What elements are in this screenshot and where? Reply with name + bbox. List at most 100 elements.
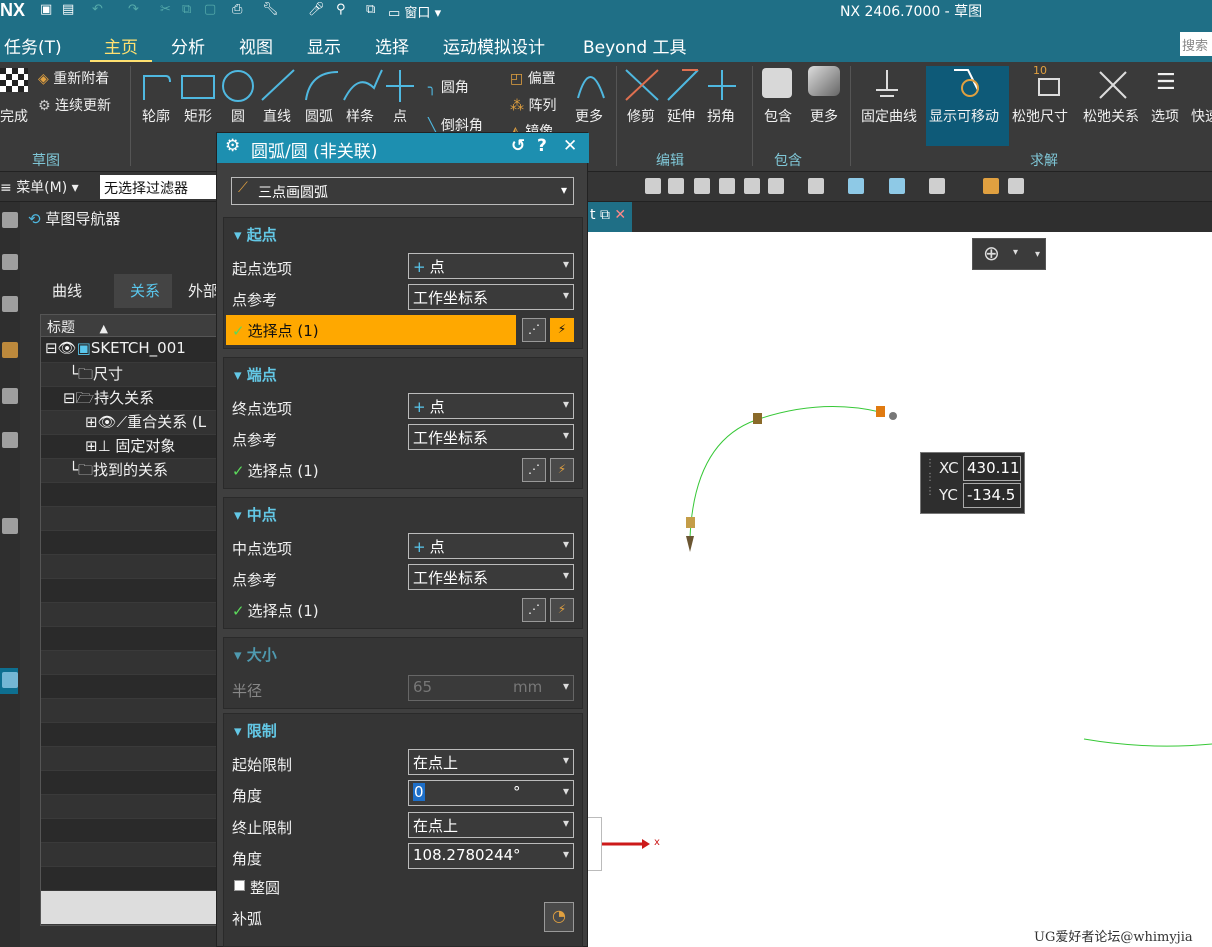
menu-button[interactable]: ≡ 菜单(M) ▾ bbox=[0, 177, 79, 197]
type-filter-select[interactable]: 无选择过滤器 bbox=[100, 175, 220, 199]
settings-icon[interactable] bbox=[2, 212, 18, 228]
tree-row[interactable]: ⊞👁︎⟋重合关系 (L bbox=[41, 411, 219, 435]
sketch-navigator-icon[interactable] bbox=[2, 342, 18, 358]
end-limit-select[interactable]: 在点上 bbox=[408, 812, 574, 838]
help-icon[interactable]: ? bbox=[537, 136, 547, 156]
tree-row[interactable]: ⊞⊥ 固定对象 bbox=[41, 435, 219, 459]
size-header[interactable]: 大小 bbox=[234, 644, 277, 665]
window-switch-icon[interactable]: ⧉ bbox=[366, 2, 375, 20]
tab-curves[interactable]: 曲线 bbox=[52, 280, 82, 301]
measure-icon[interactable] bbox=[1008, 178, 1024, 194]
end-select-point[interactable]: ✓ 选择点 (1) bbox=[226, 455, 516, 485]
tree-row[interactable]: ⊟🗁︎持久关系 bbox=[41, 387, 219, 411]
fix-curve-button[interactable]: 固定曲线 bbox=[861, 106, 917, 126]
start-ref-select[interactable]: 工作坐标系 bbox=[408, 284, 574, 310]
complement-arc-icon[interactable]: ◔ bbox=[544, 902, 574, 932]
point-button[interactable]: 点 bbox=[393, 106, 407, 126]
layers-icon[interactable] bbox=[929, 178, 945, 194]
search-input[interactable]: 搜索 bbox=[1180, 32, 1212, 56]
save-all-icon[interactable]: ▤ bbox=[62, 2, 74, 20]
fillet-button[interactable]: ╮ 圆角 bbox=[428, 77, 469, 97]
history-icon[interactable] bbox=[2, 432, 18, 448]
angle2-input[interactable]: 108.2780244 ° bbox=[408, 843, 574, 869]
rotate-icon[interactable] bbox=[694, 178, 710, 194]
mid-ref-select[interactable]: 工作坐标系 bbox=[408, 564, 574, 590]
include-button[interactable]: 包含 bbox=[764, 106, 792, 126]
wrench-icon[interactable]: 🔧︎ bbox=[262, 2, 279, 20]
arc-button[interactable]: 圆弧 bbox=[305, 106, 333, 126]
close-icon[interactable]: ✕ bbox=[563, 136, 577, 156]
redo-icon[interactable]: ↷ bbox=[128, 2, 139, 20]
snap-lightning-icon[interactable]: ⚡ bbox=[550, 318, 574, 342]
trim-button[interactable]: 修剪 bbox=[627, 106, 655, 126]
start-limit-select[interactable]: 在点上 bbox=[408, 749, 574, 775]
tab-task[interactable]: 任务(T) bbox=[4, 33, 62, 58]
corner-button[interactable]: 拐角 bbox=[707, 106, 735, 126]
tab-analysis[interactable]: 分析 bbox=[171, 33, 205, 58]
frame-icon[interactable] bbox=[768, 178, 784, 194]
paste-icon[interactable]: ▢ bbox=[204, 2, 216, 20]
spline-button[interactable]: 样条 bbox=[346, 106, 374, 126]
relax-relation-button[interactable]: 松弛关系 bbox=[1083, 106, 1139, 126]
brush-icon[interactable] bbox=[983, 178, 999, 194]
tab-view[interactable]: 视图 bbox=[239, 33, 273, 58]
tree-row[interactable]: └🗀︎找到的关系 bbox=[41, 459, 219, 483]
arc-type-select[interactable]: ⟋ 三点画圆弧 ▾ bbox=[231, 177, 574, 205]
part-icon[interactable] bbox=[2, 296, 18, 312]
microphone-icon[interactable]: 🎤︎ bbox=[308, 2, 325, 20]
tree-row[interactable]: ⊟👁︎▣SKETCH_001 bbox=[41, 339, 219, 363]
start-point-header[interactable]: 起点 bbox=[234, 224, 277, 245]
column-header[interactable]: 标题 ▲ bbox=[41, 315, 219, 337]
drag-handle-icon[interactable]: ⋮ ⋮ ⋮ bbox=[925, 457, 935, 499]
end-option-select[interactable]: + 点 bbox=[408, 393, 574, 419]
snap-lightning-icon[interactable]: ⚡ bbox=[550, 458, 574, 482]
quick-button[interactable]: 快速 bbox=[1191, 106, 1212, 126]
sketch-nav-active-icon[interactable] bbox=[2, 672, 18, 688]
finish-button[interactable]: 完成 bbox=[0, 106, 28, 126]
tab-relations[interactable]: 关系 bbox=[130, 280, 160, 301]
point-dialog-icon[interactable]: ⋰ bbox=[522, 598, 546, 622]
more-include-button[interactable]: 更多 bbox=[810, 106, 838, 126]
profile-button[interactable]: 轮廓 bbox=[142, 106, 170, 126]
mid-select-point[interactable]: ✓ 选择点 (1) bbox=[226, 595, 516, 625]
relax-dimension-button[interactable]: 松弛尺寸 bbox=[1012, 106, 1068, 126]
reattach-button[interactable]: ◈ 重新附着 bbox=[38, 68, 109, 88]
cube-icon[interactable] bbox=[719, 178, 735, 194]
xc-input[interactable]: 430.11 bbox=[963, 456, 1021, 481]
mid-point-header[interactable]: 中点 bbox=[234, 504, 277, 525]
angle1-input[interactable]: 0 ° bbox=[408, 780, 574, 806]
command-finder-icon[interactable]: ⚲ bbox=[336, 2, 346, 20]
offset-button[interactable]: ◰ 偏置 bbox=[510, 68, 556, 88]
tools-icon[interactable] bbox=[2, 518, 18, 534]
window-menu[interactable]: ▭ 窗口 ▾ bbox=[388, 2, 441, 21]
shaded-edges-icon[interactable] bbox=[889, 178, 905, 194]
tab-beyond-tools[interactable]: Beyond 工具 bbox=[583, 33, 687, 58]
gear-icon[interactable]: ⚙ bbox=[225, 136, 240, 156]
tree-row[interactable]: └🗀︎尺寸 bbox=[41, 363, 219, 387]
continuous-update-button[interactable]: ⚙ 连续更新 bbox=[38, 95, 111, 115]
options-button[interactable]: 选项 bbox=[1151, 106, 1179, 126]
start-select-point[interactable]: ✓ 选择点 (1) bbox=[226, 315, 516, 345]
fit-icon[interactable] bbox=[668, 178, 684, 194]
lamp-icon[interactable] bbox=[808, 178, 824, 194]
more-curves-button[interactable]: 更多 bbox=[575, 106, 603, 126]
cut-icon[interactable]: ✂ bbox=[160, 2, 171, 20]
start-option-select[interactable]: + 点 bbox=[408, 253, 574, 279]
line-button[interactable]: 直线 bbox=[263, 106, 291, 126]
circle-button[interactable]: 圆 bbox=[231, 106, 245, 126]
extend-button[interactable]: 延伸 bbox=[667, 106, 695, 126]
end-ref-select[interactable]: 工作坐标系 bbox=[408, 424, 574, 450]
reset-icon[interactable]: ↺ bbox=[511, 136, 525, 156]
tab-motion[interactable]: 运动模拟设计 bbox=[443, 33, 545, 58]
view-icon[interactable] bbox=[645, 178, 661, 194]
point-dialog-icon[interactable]: ⋰ bbox=[522, 458, 546, 482]
tab-select[interactable]: 选择 bbox=[375, 33, 409, 58]
box-icon[interactable] bbox=[2, 388, 18, 404]
end-point-header[interactable]: 端点 bbox=[234, 364, 277, 385]
yc-input[interactable]: -134.5 bbox=[963, 483, 1021, 508]
rectangle-button[interactable]: 矩形 bbox=[184, 106, 212, 126]
array-button[interactable]: ⁂ 阵列 bbox=[510, 95, 556, 115]
dialog-title-bar[interactable]: ⚙ 圆弧/圆 (非关联) ↺ ? ✕ bbox=[217, 133, 589, 163]
point-dialog-icon[interactable]: ⋰ bbox=[522, 318, 546, 342]
full-circle-checkbox[interactable] bbox=[234, 880, 245, 891]
